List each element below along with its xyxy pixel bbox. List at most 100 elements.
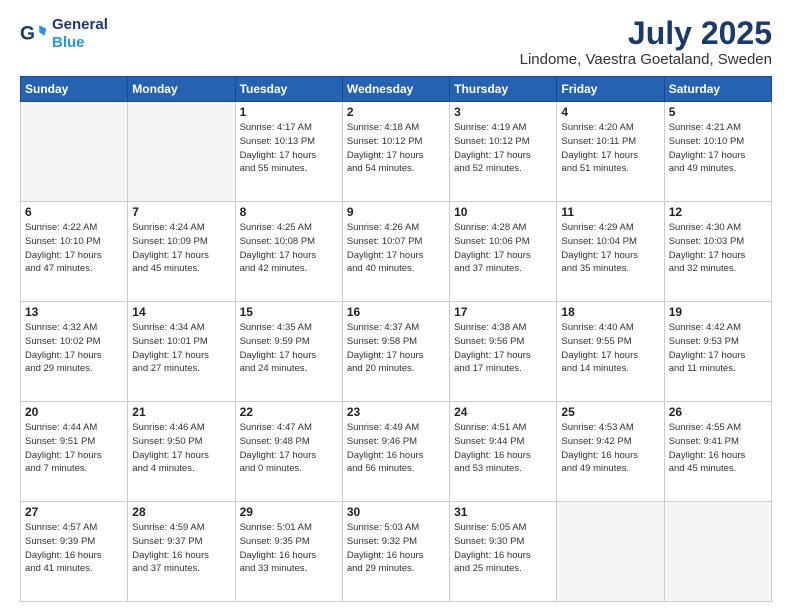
day-info: Sunrise: 4:51 AM Sunset: 9:44 PM Dayligh…	[454, 421, 552, 476]
day-info: Sunrise: 4:24 AM Sunset: 10:09 PM Daylig…	[132, 221, 230, 276]
svg-text:G: G	[20, 23, 35, 44]
day-number: 21	[132, 405, 230, 419]
day-number: 26	[669, 405, 767, 419]
calendar-cell: 3 Sunrise: 4:19 AM Sunset: 10:12 PM Dayli…	[450, 102, 557, 202]
day-info: Sunrise: 4:46 AM Sunset: 9:50 PM Dayligh…	[132, 421, 230, 476]
day-info: Sunrise: 4:19 AM Sunset: 10:12 PM Daylig…	[454, 121, 552, 176]
day-info: Sunrise: 4:30 AM Sunset: 10:03 PM Daylig…	[669, 221, 767, 276]
day-number: 15	[240, 305, 338, 319]
day-number: 2	[347, 105, 445, 119]
day-info: Sunrise: 4:25 AM Sunset: 10:08 PM Daylig…	[240, 221, 338, 276]
day-number: 16	[347, 305, 445, 319]
day-number: 28	[132, 505, 230, 519]
calendar-cell: 29 Sunrise: 5:01 AM Sunset: 9:35 PM Dayli…	[235, 502, 342, 602]
day-number: 13	[25, 305, 123, 319]
calendar-cell: 26 Sunrise: 4:55 AM Sunset: 9:41 PM Dayli…	[664, 402, 771, 502]
day-number: 12	[669, 205, 767, 219]
day-info: Sunrise: 4:20 AM Sunset: 10:11 PM Daylig…	[561, 121, 659, 176]
day-info: Sunrise: 4:22 AM Sunset: 10:10 PM Daylig…	[25, 221, 123, 276]
day-info: Sunrise: 4:40 AM Sunset: 9:55 PM Dayligh…	[561, 321, 659, 376]
weekday-header: Wednesday	[342, 77, 449, 102]
calendar-cell: 2Sunrise: 4:18 AM Sunset: 10:12 PM Dayli…	[342, 102, 449, 202]
calendar-cell: 12 Sunrise: 4:30 AM Sunset: 10:03 PM Dayl…	[664, 202, 771, 302]
calendar-cell: 13 Sunrise: 4:32 AM Sunset: 10:02 PM Dayl…	[21, 302, 128, 402]
weekday-header: Saturday	[664, 77, 771, 102]
day-number: 8	[240, 205, 338, 219]
day-info: Sunrise: 4:37 AM Sunset: 9:58 PM Dayligh…	[347, 321, 445, 376]
day-number: 3	[454, 105, 552, 119]
day-info: Sunrise: 4:32 AM Sunset: 10:02 PM Daylig…	[25, 321, 123, 376]
day-number: 11	[561, 205, 659, 219]
logo: G General Blue	[20, 16, 108, 52]
calendar-header-row: SundayMondayTuesdayWednesdayThursdayFrid…	[21, 77, 772, 102]
calendar-cell	[128, 102, 235, 202]
calendar-cell: 11 Sunrise: 4:29 AM Sunset: 10:04 PM Dayl…	[557, 202, 664, 302]
calendar-cell: 1Sunrise: 4:17 AM Sunset: 10:13 PM Dayli…	[235, 102, 342, 202]
day-number: 4	[561, 105, 659, 119]
day-number: 17	[454, 305, 552, 319]
page-header: G General Blue July 2025 Lindome, Vaestr…	[20, 16, 772, 68]
main-title: July 2025	[520, 16, 772, 51]
day-info: Sunrise: 4:49 AM Sunset: 9:46 PM Dayligh…	[347, 421, 445, 476]
calendar-cell: 31 Sunrise: 5:05 AM Sunset: 9:30 PM Dayli…	[450, 502, 557, 602]
calendar-cell: 17 Sunrise: 4:38 AM Sunset: 9:56 PM Dayli…	[450, 302, 557, 402]
logo-text: General Blue	[52, 16, 108, 52]
title-block: July 2025 Lindome, Vaestra Goetaland, Sw…	[520, 16, 772, 68]
day-info: Sunrise: 4:47 AM Sunset: 9:48 PM Dayligh…	[240, 421, 338, 476]
day-info: Sunrise: 4:59 AM Sunset: 9:37 PM Dayligh…	[132, 521, 230, 576]
day-number: 19	[669, 305, 767, 319]
calendar-week-row: 6Sunrise: 4:22 AM Sunset: 10:10 PM Dayli…	[21, 202, 772, 302]
calendar-cell	[664, 502, 771, 602]
calendar-cell: 22Sunrise: 4:47 AM Sunset: 9:48 PM Dayli…	[235, 402, 342, 502]
day-info: Sunrise: 5:05 AM Sunset: 9:30 PM Dayligh…	[454, 521, 552, 576]
calendar-week-row: 13 Sunrise: 4:32 AM Sunset: 10:02 PM Dayl…	[21, 302, 772, 402]
calendar-cell: 5Sunrise: 4:21 AM Sunset: 10:10 PM Dayli…	[664, 102, 771, 202]
calendar-cell: 9 Sunrise: 4:26 AM Sunset: 10:07 PM Dayli…	[342, 202, 449, 302]
day-number: 31	[454, 505, 552, 519]
day-info: Sunrise: 4:35 AM Sunset: 9:59 PM Dayligh…	[240, 321, 338, 376]
day-number: 27	[25, 505, 123, 519]
calendar-cell: 21 Sunrise: 4:46 AM Sunset: 9:50 PM Dayli…	[128, 402, 235, 502]
day-number: 24	[454, 405, 552, 419]
calendar-cell: 14Sunrise: 4:34 AM Sunset: 10:01 PM Dayl…	[128, 302, 235, 402]
day-info: Sunrise: 4:17 AM Sunset: 10:13 PM Daylig…	[240, 121, 338, 176]
calendar-cell: 30Sunrise: 5:03 AM Sunset: 9:32 PM Dayli…	[342, 502, 449, 602]
calendar-cell: 24 Sunrise: 4:51 AM Sunset: 9:44 PM Dayli…	[450, 402, 557, 502]
calendar-cell: 7 Sunrise: 4:24 AM Sunset: 10:09 PM Dayli…	[128, 202, 235, 302]
calendar-cell: 19 Sunrise: 4:42 AM Sunset: 9:53 PM Dayli…	[664, 302, 771, 402]
day-info: Sunrise: 4:21 AM Sunset: 10:10 PM Daylig…	[669, 121, 767, 176]
day-info: Sunrise: 4:29 AM Sunset: 10:04 PM Daylig…	[561, 221, 659, 276]
day-info: Sunrise: 4:38 AM Sunset: 9:56 PM Dayligh…	[454, 321, 552, 376]
day-number: 9	[347, 205, 445, 219]
day-number: 14	[132, 305, 230, 319]
weekday-header: Monday	[128, 77, 235, 102]
day-info: Sunrise: 4:57 AM Sunset: 9:39 PM Dayligh…	[25, 521, 123, 576]
day-number: 7	[132, 205, 230, 219]
day-number: 18	[561, 305, 659, 319]
calendar-week-row: 27 Sunrise: 4:57 AM Sunset: 9:39 PM Dayli…	[21, 502, 772, 602]
subtitle: Lindome, Vaestra Goetaland, Sweden	[520, 51, 772, 68]
day-info: Sunrise: 4:26 AM Sunset: 10:07 PM Daylig…	[347, 221, 445, 276]
day-number: 23	[347, 405, 445, 419]
day-info: Sunrise: 4:28 AM Sunset: 10:06 PM Daylig…	[454, 221, 552, 276]
logo-icon: G	[20, 20, 48, 48]
calendar-cell	[21, 102, 128, 202]
day-info: Sunrise: 4:55 AM Sunset: 9:41 PM Dayligh…	[669, 421, 767, 476]
day-info: Sunrise: 4:42 AM Sunset: 9:53 PM Dayligh…	[669, 321, 767, 376]
calendar-cell: 28 Sunrise: 4:59 AM Sunset: 9:37 PM Dayli…	[128, 502, 235, 602]
calendar-cell: 6Sunrise: 4:22 AM Sunset: 10:10 PM Dayli…	[21, 202, 128, 302]
calendar-cell: 18 Sunrise: 4:40 AM Sunset: 9:55 PM Dayli…	[557, 302, 664, 402]
day-info: Sunrise: 4:53 AM Sunset: 9:42 PM Dayligh…	[561, 421, 659, 476]
day-info: Sunrise: 5:01 AM Sunset: 9:35 PM Dayligh…	[240, 521, 338, 576]
calendar-cell: 23 Sunrise: 4:49 AM Sunset: 9:46 PM Dayli…	[342, 402, 449, 502]
calendar-cell: 10Sunrise: 4:28 AM Sunset: 10:06 PM Dayl…	[450, 202, 557, 302]
calendar-table: SundayMondayTuesdayWednesdayThursdayFrid…	[20, 76, 772, 602]
weekday-header: Thursday	[450, 77, 557, 102]
calendar-cell: 8 Sunrise: 4:25 AM Sunset: 10:08 PM Dayli…	[235, 202, 342, 302]
day-number: 29	[240, 505, 338, 519]
calendar-cell: 15 Sunrise: 4:35 AM Sunset: 9:59 PM Dayli…	[235, 302, 342, 402]
calendar-cell: 25 Sunrise: 4:53 AM Sunset: 9:42 PM Dayli…	[557, 402, 664, 502]
day-number: 25	[561, 405, 659, 419]
calendar-week-row: 20Sunrise: 4:44 AM Sunset: 9:51 PM Dayli…	[21, 402, 772, 502]
day-number: 30	[347, 505, 445, 519]
